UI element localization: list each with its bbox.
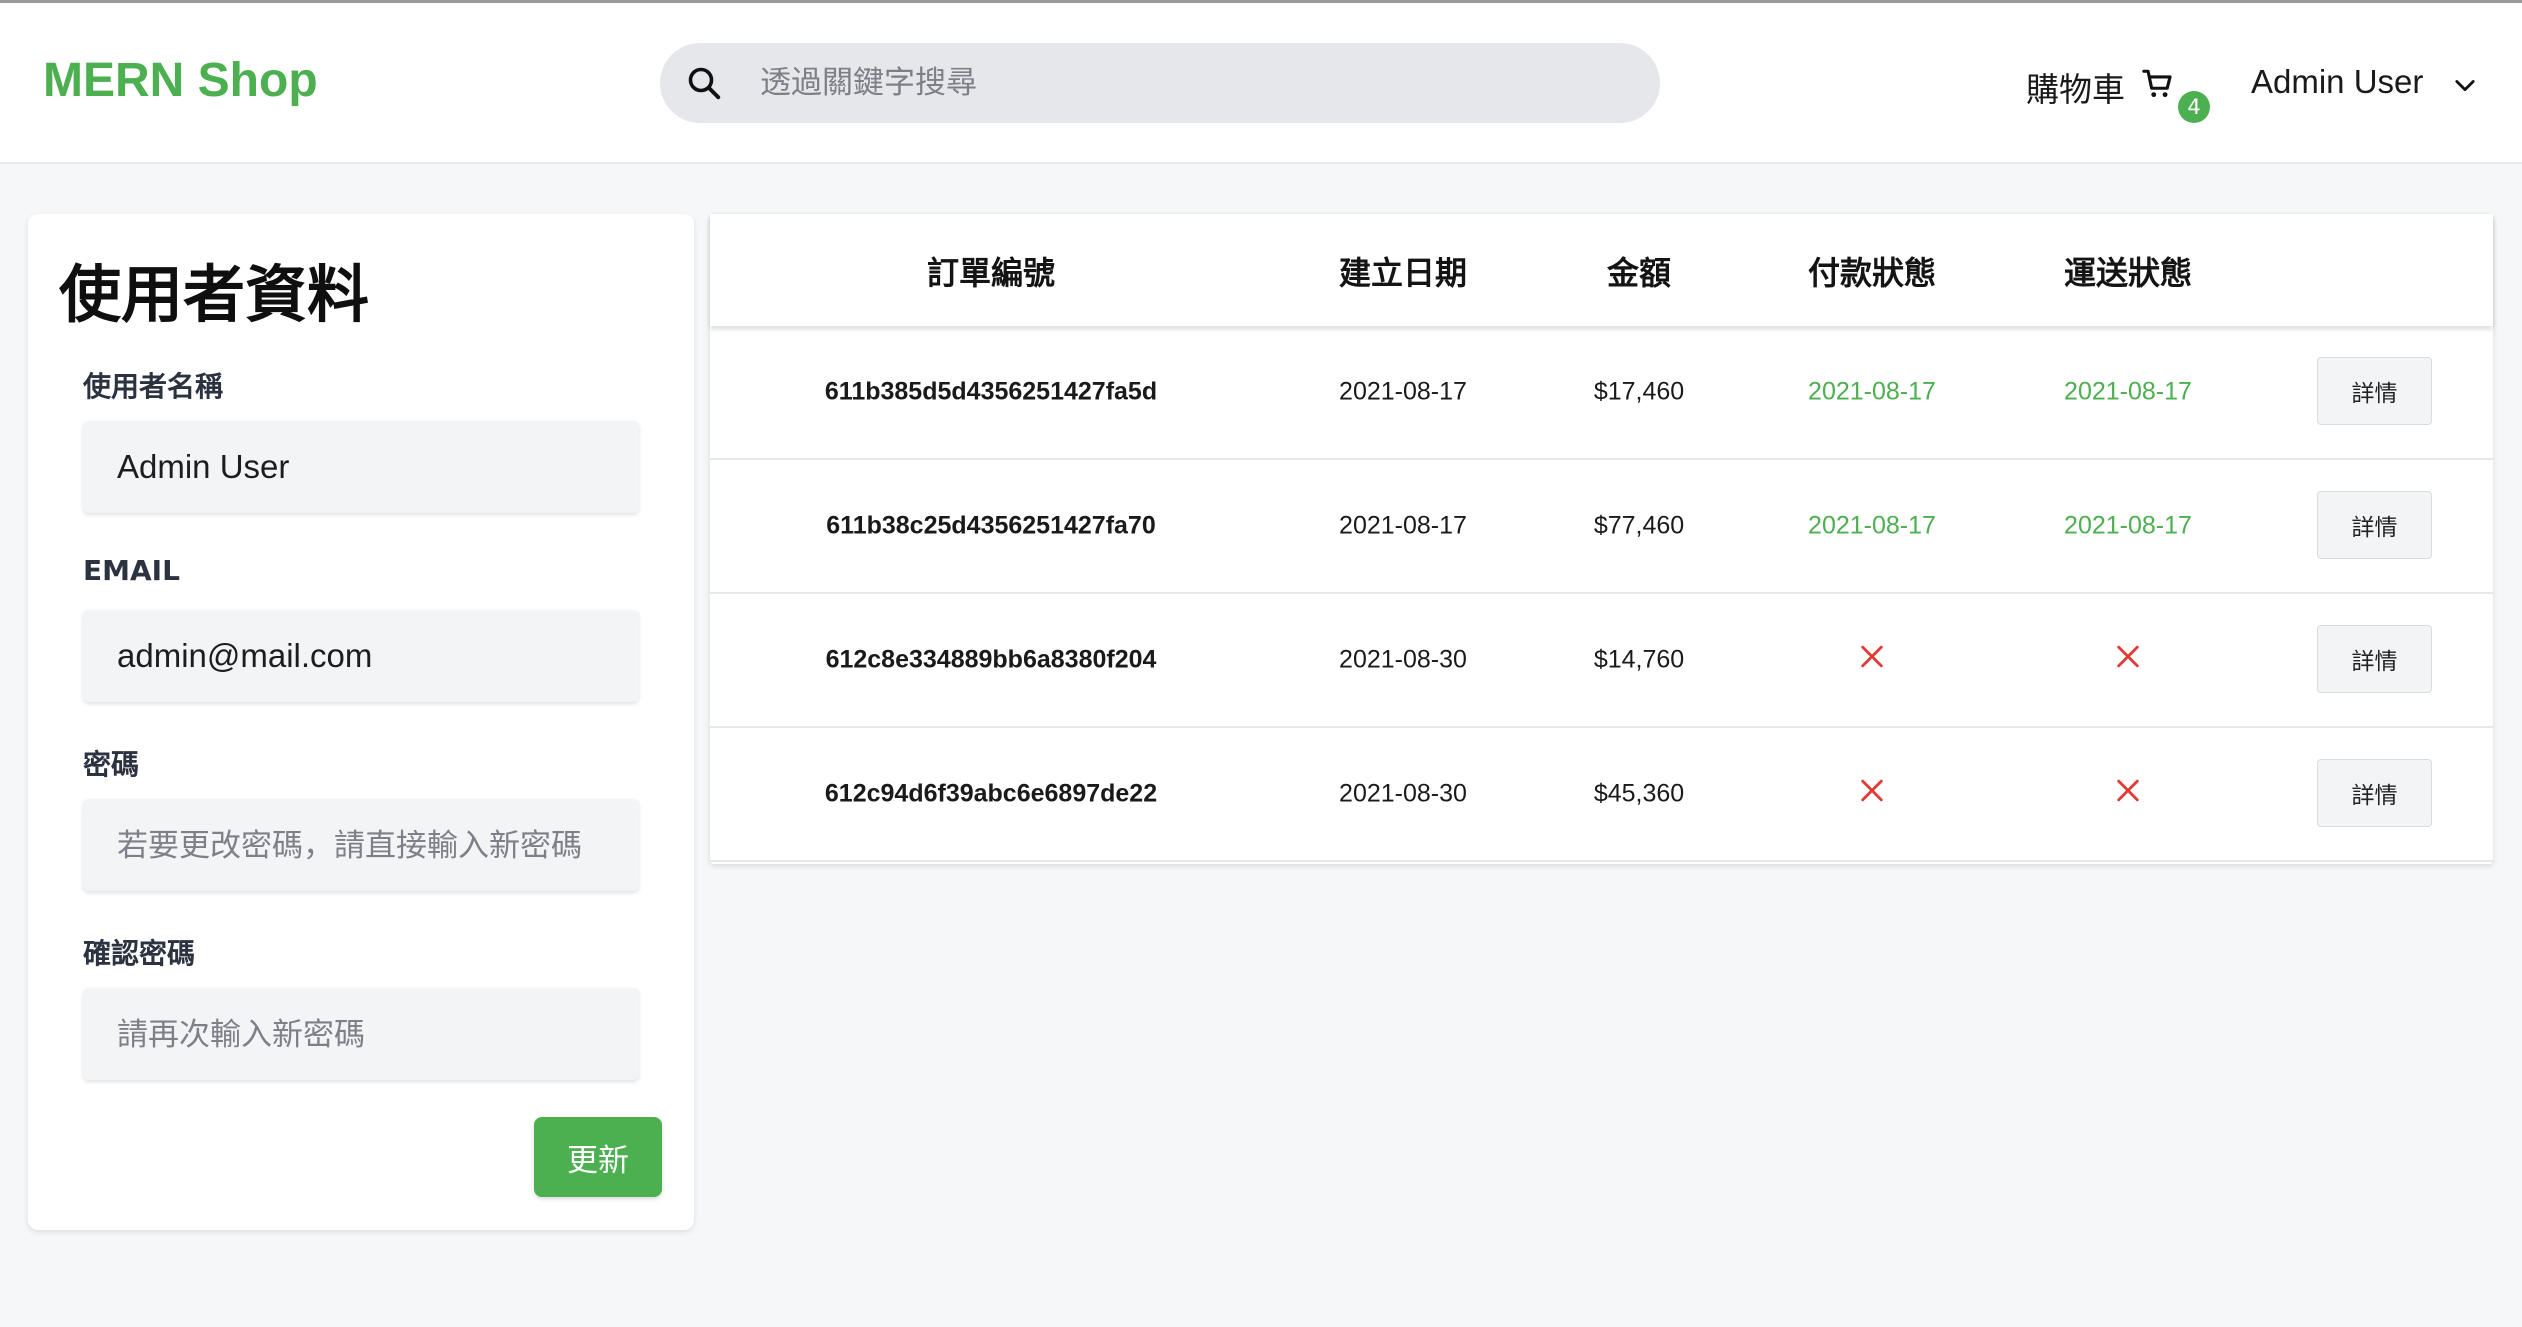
profile-card: 使用者資料 使用者名稱 EMAIL 密碼 確認密碼 更新 — [28, 214, 694, 1230]
payment-status — [1858, 643, 1886, 678]
page-title: 使用者資料 — [59, 258, 370, 331]
delivery-status: 2021-08-17 — [2064, 377, 2192, 406]
payment-status — [1858, 777, 1886, 812]
order-date: 2021-08-30 — [1339, 645, 1467, 674]
x-icon — [2117, 645, 2139, 668]
payment-status: 2021-08-17 — [1808, 511, 1936, 540]
chevron-down-icon — [2455, 80, 2475, 92]
details-button[interactable]: 詳情 — [2317, 357, 2432, 425]
order-date: 2021-08-17 — [1339, 511, 1467, 540]
table-row: 611b38c25d4356251427fa70 2021-08-17 $77,… — [710, 460, 2493, 594]
cart-link[interactable]: 購物車 4 — [2026, 63, 2210, 123]
email-label: EMAIL — [83, 554, 180, 587]
update-button[interactable]: 更新 — [534, 1117, 662, 1197]
table-row: 612c94d6f39abc6e6897de22 2021-08-30 $45,… — [710, 728, 2493, 862]
details-button[interactable]: 詳情 — [2317, 759, 2432, 827]
order-amount: $45,360 — [1593, 779, 1685, 808]
order-id: 611b385d5d4356251427fa5d — [824, 377, 1158, 406]
cart-label: 購物車 — [2026, 70, 2125, 109]
confirm-password-field[interactable] — [83, 988, 639, 1080]
order-id: 611b38c25d4356251427fa70 — [826, 511, 1156, 540]
logo[interactable]: MERN Shop — [43, 53, 318, 108]
navbar: MERN Shop 購物車 4 Admin User — [0, 3, 2522, 164]
order-amount: $14,760 — [1593, 645, 1685, 674]
x-icon — [1861, 779, 1883, 802]
order-date: 2021-08-17 — [1339, 377, 1467, 406]
header-amount: 金額 — [1606, 254, 1672, 292]
delivery-status: 2021-08-17 — [2064, 511, 2192, 540]
delivery-status — [2114, 777, 2142, 812]
details-button[interactable]: 詳情 — [2317, 625, 2432, 693]
user-name: Admin User — [2251, 63, 2424, 100]
x-icon — [2117, 779, 2139, 802]
password-label: 密碼 — [83, 748, 140, 781]
order-id: 612c8e334889bb6a8380f204 — [825, 645, 1157, 674]
orders-table: 訂單編號 建立日期 金額 付款狀態 運送狀態 611b385d5d4356251… — [710, 214, 2493, 864]
name-field[interactable] — [83, 421, 639, 513]
order-id: 612c94d6f39abc6e6897de22 — [824, 779, 1158, 808]
delivery-status — [2114, 643, 2142, 678]
order-date: 2021-08-30 — [1339, 779, 1467, 808]
cart-count-badge: 4 — [2178, 91, 2210, 123]
details-button[interactable]: 詳情 — [2317, 491, 2432, 559]
table-row: 612c8e334889bb6a8380f204 2021-08-30 $14,… — [710, 594, 2493, 728]
search-input[interactable] — [760, 43, 1620, 123]
header-created-date: 建立日期 — [1338, 254, 1468, 292]
email-field[interactable] — [83, 610, 639, 702]
payment-status: 2021-08-17 — [1808, 377, 1936, 406]
x-icon — [1861, 645, 1883, 668]
order-amount: $77,460 — [1593, 511, 1685, 540]
name-label: 使用者名稱 — [83, 370, 224, 403]
order-amount: $17,460 — [1593, 377, 1685, 406]
search-icon[interactable] — [686, 65, 722, 101]
table-row: 611b385d5d4356251427fa5d 2021-08-17 $17,… — [710, 326, 2493, 460]
cart-icon — [2142, 69, 2172, 98]
password-field[interactable] — [83, 799, 639, 891]
header-delivery-status: 運送狀態 — [2063, 254, 2193, 292]
user-menu-dropdown[interactable]: Admin User — [2251, 63, 2475, 107]
search-bar — [660, 43, 1660, 123]
table-header: 訂單編號 建立日期 金額 付款狀態 運送狀態 — [710, 214, 2493, 326]
header-payment-status: 付款狀態 — [1807, 254, 1937, 292]
confirm-password-label: 確認密碼 — [83, 937, 196, 970]
header-order-id: 訂單編號 — [926, 254, 1056, 292]
